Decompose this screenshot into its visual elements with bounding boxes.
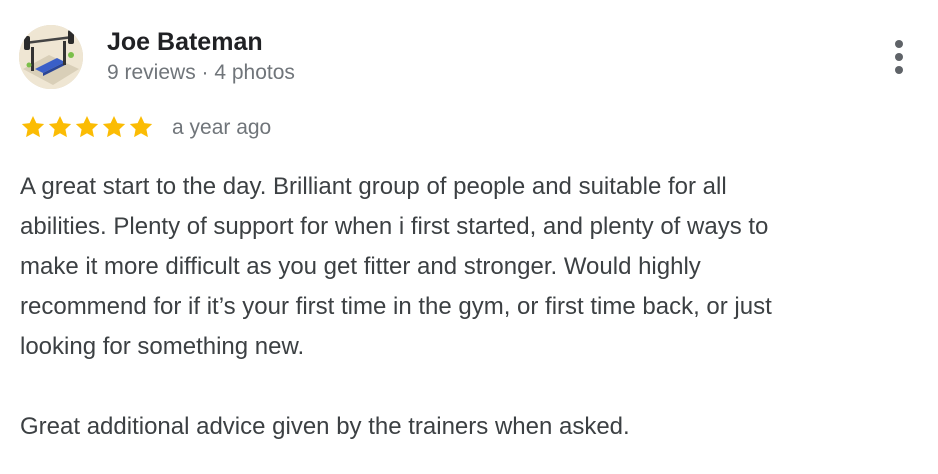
more-options-button[interactable] bbox=[886, 38, 914, 76]
review-text-line: recommend for if it’s your first time in… bbox=[20, 293, 772, 320]
star-icon bbox=[21, 115, 45, 138]
star-rating bbox=[20, 114, 154, 142]
review-text-line: Great additional advice given by the tra… bbox=[20, 413, 630, 440]
review-time: a year ago bbox=[172, 116, 272, 139]
review-text-line: looking for something new. bbox=[20, 333, 305, 360]
star-icon bbox=[48, 115, 72, 138]
review-text-blank-line bbox=[20, 367, 925, 407]
review-text-line: make it more difficult as you get fitter… bbox=[20, 253, 701, 280]
gym-avatar-icon bbox=[19, 25, 83, 89]
review-text-line: A great start to the day. Brilliant grou… bbox=[20, 173, 727, 200]
author-meta: 9 reviews · 4 photos bbox=[107, 61, 295, 84]
star-icon bbox=[129, 115, 153, 138]
review-text-line: abilities. Plenty of support for when i … bbox=[20, 213, 769, 240]
star-icon bbox=[102, 115, 126, 138]
star-icon bbox=[75, 115, 99, 138]
avatar[interactable] bbox=[19, 25, 83, 89]
author-name[interactable]: Joe Bateman bbox=[107, 27, 263, 57]
review-text: A great start to the day. Brilliant grou… bbox=[20, 167, 925, 447]
review-card: Joe Bateman 9 reviews · 4 photos a year … bbox=[0, 0, 938, 474]
